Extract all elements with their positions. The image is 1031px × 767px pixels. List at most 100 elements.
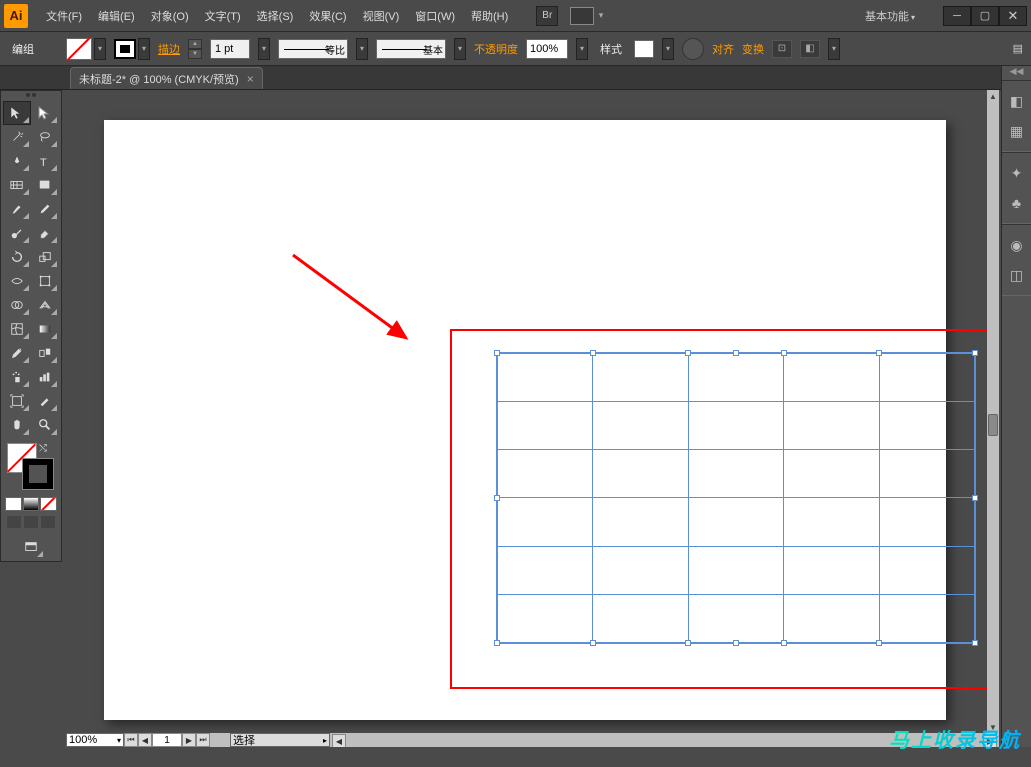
transform-link[interactable]: 变换 xyxy=(742,41,764,57)
stroke-panel-link[interactable]: 描边 xyxy=(158,41,180,57)
swap-fill-stroke-icon[interactable]: ⤭ xyxy=(39,443,47,454)
artboard-number-input[interactable] xyxy=(152,733,182,747)
blend-tool[interactable] xyxy=(31,341,59,365)
hand-tool[interactable] xyxy=(3,413,31,437)
type-tool[interactable]: T xyxy=(31,149,59,173)
arrange-documents-icon[interactable] xyxy=(570,7,594,25)
control-bar-menu-icon[interactable]: ▤ xyxy=(1013,42,1023,55)
stroke-dropdown[interactable]: ▾ xyxy=(138,38,150,60)
isolate-group-icon[interactable]: ⊡ xyxy=(772,40,792,58)
fill-swatch[interactable] xyxy=(66,38,92,60)
width-tool[interactable] xyxy=(3,269,31,293)
shape-builder-tool[interactable] xyxy=(3,293,31,317)
mesh-tool[interactable] xyxy=(3,317,31,341)
fill-dropdown[interactable]: ▾ xyxy=(94,38,106,60)
menu-object[interactable]: 对象(O) xyxy=(143,4,197,28)
panel-icon-1[interactable]: ◧ xyxy=(1004,87,1030,115)
eraser-tool[interactable] xyxy=(31,221,59,245)
gradient-tool[interactable] xyxy=(31,317,59,341)
menu-select[interactable]: 选择(S) xyxy=(249,4,302,28)
prev-artboard-button[interactable]: ◀ xyxy=(138,733,152,747)
menu-type[interactable]: 文字(T) xyxy=(197,4,249,28)
lasso-tool[interactable] xyxy=(31,125,59,149)
rectangular-grid-object[interactable] xyxy=(496,352,976,644)
scroll-thumb[interactable] xyxy=(988,414,998,436)
color-mode-button[interactable] xyxy=(5,497,22,511)
edit-clip-icon[interactable]: ◧ xyxy=(800,40,820,58)
draw-modes xyxy=(3,515,59,529)
rotate-tool[interactable] xyxy=(3,245,31,269)
tab-close-icon[interactable]: × xyxy=(247,72,254,86)
slice-tool[interactable] xyxy=(31,389,59,413)
opacity-dropdown[interactable]: ▾ xyxy=(576,38,588,60)
panel-icon-6[interactable]: ◫ xyxy=(1004,261,1030,289)
pen-tool[interactable] xyxy=(3,149,31,173)
fill-stroke-control[interactable]: ⤭ xyxy=(3,441,59,495)
panel-icon-2[interactable]: ▦ xyxy=(1004,117,1030,145)
document-tab[interactable]: 未标题-2* @ 100% (CMYK/预览) × xyxy=(70,67,263,89)
stroke-weight-spinner[interactable]: ▲▼ xyxy=(188,39,202,59)
color-panel-icon[interactable]: ◉ xyxy=(1004,231,1030,259)
panel-icon-4[interactable]: ♣ xyxy=(1004,189,1030,217)
first-artboard-button[interactable]: ⏮ xyxy=(124,733,138,747)
draw-behind-icon[interactable] xyxy=(23,515,39,529)
rectangle-tool[interactable] xyxy=(31,173,59,197)
profile-dropdown[interactable]: ▾ xyxy=(356,38,368,60)
panel-grip[interactable] xyxy=(3,93,59,99)
line-segment-tool[interactable] xyxy=(3,173,31,197)
brush-dropdown[interactable]: ▾ xyxy=(454,38,466,60)
magic-wand-tool[interactable] xyxy=(3,125,31,149)
next-artboard-button[interactable]: ▶ xyxy=(182,733,196,747)
stroke-swatch[interactable] xyxy=(114,39,136,59)
opacity-input[interactable] xyxy=(526,39,568,59)
paintbrush-tool[interactable] xyxy=(3,197,31,221)
zoom-level-combo[interactable]: 100%▾ xyxy=(66,733,124,747)
zoom-tool[interactable] xyxy=(31,413,59,437)
bridge-icon[interactable]: Br xyxy=(536,6,558,26)
screen-mode-button[interactable] xyxy=(17,535,45,559)
eyedropper-tool[interactable] xyxy=(3,341,31,365)
blob-brush-tool[interactable] xyxy=(3,221,31,245)
workspace-switcher[interactable]: 基本功能▾ xyxy=(853,8,927,24)
scroll-left-icon[interactable]: ◀ xyxy=(332,734,346,747)
free-transform-tool[interactable] xyxy=(31,269,59,293)
direct-selection-tool[interactable] xyxy=(31,101,59,125)
close-button[interactable]: ✕ xyxy=(999,6,1027,26)
menu-help[interactable]: 帮助(H) xyxy=(463,4,516,28)
scroll-up-icon[interactable]: ▲ xyxy=(987,90,999,102)
menu-effect[interactable]: 效果(C) xyxy=(301,4,354,28)
minimize-button[interactable]: ─ xyxy=(943,6,971,26)
menu-view[interactable]: 视图(V) xyxy=(355,4,408,28)
gradient-mode-button[interactable] xyxy=(23,497,40,511)
stroke-weight-input[interactable] xyxy=(210,39,250,59)
right-panel-dock: ◀◀ ◧ ▦ ✦ ♣ ◉ ◫ xyxy=(1001,66,1031,747)
align-link[interactable]: 对齐 xyxy=(712,41,734,57)
status-info-combo[interactable]: 选择▸ xyxy=(230,733,330,747)
maximize-button[interactable]: ▢ xyxy=(971,6,999,26)
recolor-artwork-button[interactable] xyxy=(682,38,704,60)
scale-tool[interactable] xyxy=(31,245,59,269)
clip-dropdown[interactable]: ▾ xyxy=(828,38,840,60)
symbol-sprayer-tool[interactable] xyxy=(3,365,31,389)
perspective-grid-tool[interactable] xyxy=(31,293,59,317)
menu-window[interactable]: 窗口(W) xyxy=(407,4,463,28)
column-graph-tool[interactable] xyxy=(31,365,59,389)
draw-inside-icon[interactable] xyxy=(40,515,56,529)
stroke-color-box[interactable] xyxy=(23,459,53,489)
pencil-tool[interactable] xyxy=(31,197,59,221)
expand-panels-icon[interactable]: ◀◀ xyxy=(1002,66,1031,80)
menu-edit[interactable]: 编辑(E) xyxy=(90,4,143,28)
draw-normal-icon[interactable] xyxy=(6,515,22,529)
none-mode-button[interactable] xyxy=(40,497,57,511)
last-artboard-button[interactable]: ⏭ xyxy=(196,733,210,747)
vertical-scrollbar[interactable]: ▲ ▼ xyxy=(987,90,999,733)
artboard[interactable] xyxy=(104,120,946,720)
stroke-weight-dropdown[interactable]: ▾ xyxy=(258,38,270,60)
menu-file[interactable]: 文件(F) xyxy=(38,4,90,28)
selection-tool[interactable] xyxy=(3,101,31,125)
panel-icon-3[interactable]: ✦ xyxy=(1004,159,1030,187)
graphic-style-swatch[interactable] xyxy=(634,40,654,58)
opacity-link[interactable]: 不透明度 xyxy=(474,41,518,57)
artboard-tool[interactable] xyxy=(3,389,31,413)
style-dropdown[interactable]: ▾ xyxy=(662,38,674,60)
